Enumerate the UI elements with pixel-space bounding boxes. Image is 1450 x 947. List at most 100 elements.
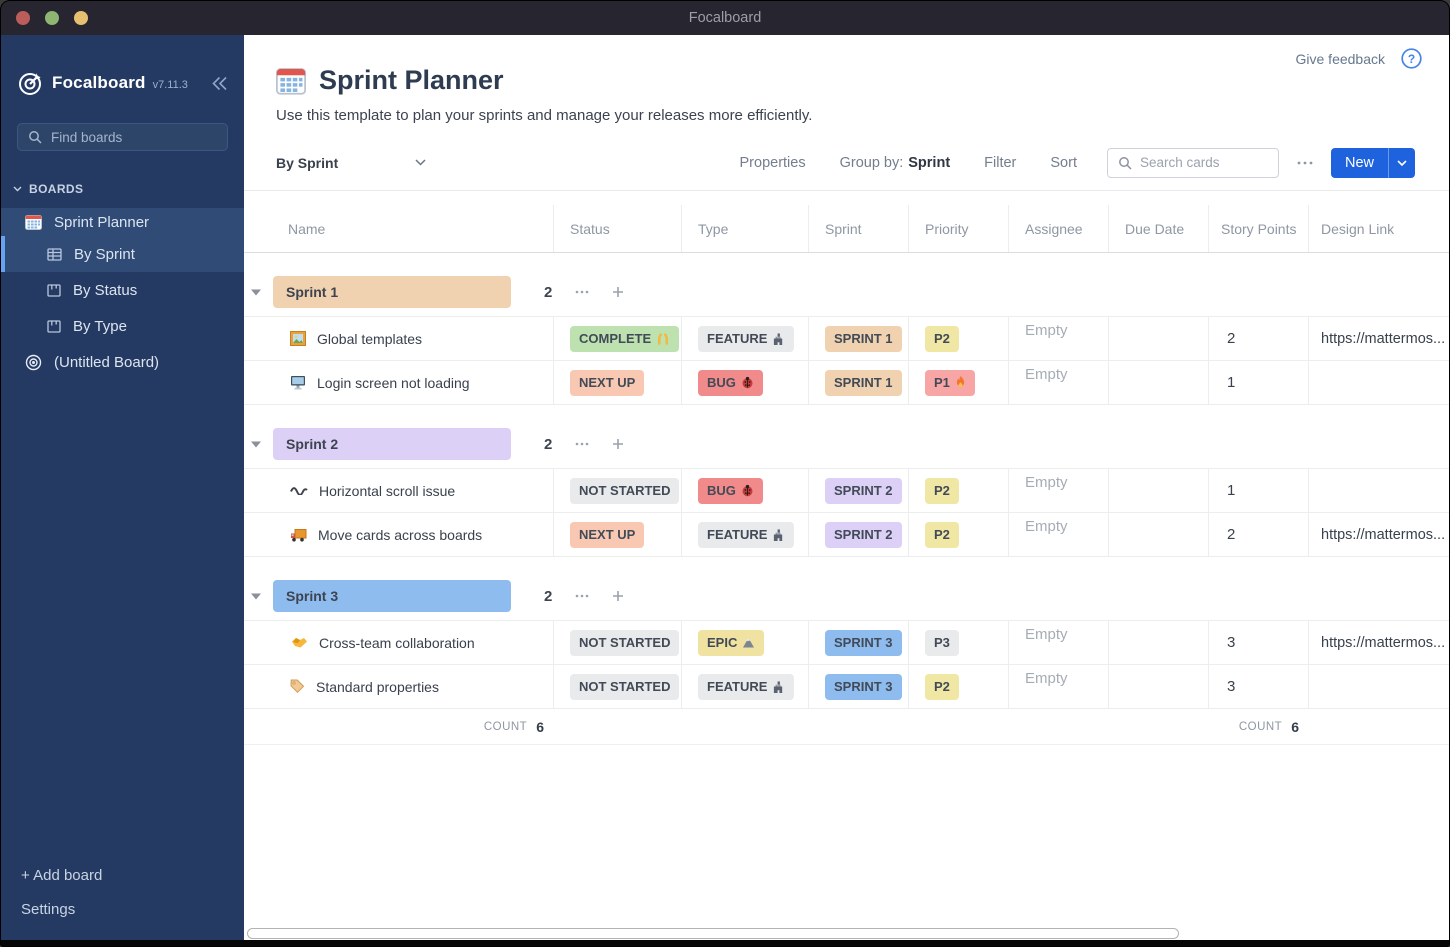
view-selector[interactable]: By Sprint bbox=[276, 155, 426, 171]
design-link-cell[interactable]: https://mattermos... bbox=[1309, 317, 1449, 360]
table-row[interactable]: Login screen not loading NEXT UP BUG SPR… bbox=[244, 361, 1449, 405]
collapse-sidebar-icon[interactable] bbox=[211, 76, 228, 91]
collapse-group-icon[interactable] bbox=[251, 593, 262, 600]
story-points-count-calc[interactable]: COUNT 6 bbox=[1209, 709, 1309, 744]
group-options-icon[interactable] bbox=[575, 290, 589, 294]
priority-cell[interactable]: P2 bbox=[909, 665, 1009, 708]
horizontal-scrollbar[interactable] bbox=[247, 928, 1179, 939]
sidebar-item-by-type[interactable]: By Type bbox=[1, 308, 244, 344]
column-header-assignee[interactable]: Assignee bbox=[1009, 205, 1109, 252]
group-title-badge[interactable]: Sprint 1 bbox=[273, 276, 511, 308]
design-link-cell[interactable] bbox=[1309, 665, 1449, 708]
close-window-button[interactable] bbox=[16, 11, 30, 25]
board-title[interactable]: Sprint Planner bbox=[319, 65, 504, 96]
story-points-cell[interactable]: 3 bbox=[1209, 665, 1309, 708]
boards-section-header[interactable]: BOARDS bbox=[1, 178, 244, 200]
status-cell[interactable]: NOT STARTED . bbox=[554, 621, 682, 664]
group-title-badge[interactable]: Sprint 3 bbox=[273, 580, 511, 612]
filter-button[interactable]: Filter bbox=[984, 155, 1016, 171]
sidebar-item-by-sprint[interactable]: By Sprint bbox=[1, 236, 244, 272]
type-cell[interactable]: FEATURE bbox=[682, 665, 809, 708]
name-count-calc[interactable]: COUNT 6 bbox=[244, 709, 554, 744]
column-header-type[interactable]: Type bbox=[682, 205, 809, 252]
table-row[interactable]: Global templates COMPLETE FEATURE SPRINT… bbox=[244, 317, 1449, 361]
table-row[interactable]: Cross-team collaboration NOT STARTED . E… bbox=[244, 621, 1449, 665]
assignee-cell[interactable]: Empty bbox=[1009, 317, 1109, 360]
design-link-cell[interactable]: https://mattermos... bbox=[1309, 513, 1449, 556]
group-add-card-icon[interactable] bbox=[612, 286, 624, 298]
sprint-cell[interactable]: SPRINT 1 bbox=[809, 361, 909, 404]
column-header-priority[interactable]: Priority bbox=[909, 205, 1009, 252]
due-date-cell[interactable] bbox=[1109, 513, 1209, 556]
story-points-cell[interactable]: 3 bbox=[1209, 621, 1309, 664]
table-row[interactable]: Standard properties NOT STARTED . FEATUR… bbox=[244, 665, 1449, 709]
story-points-cell[interactable]: 1 bbox=[1209, 361, 1309, 404]
help-icon[interactable]: ? bbox=[1401, 48, 1422, 69]
sidebar-item-by-status[interactable]: By Status bbox=[1, 272, 244, 308]
group-add-card-icon[interactable] bbox=[612, 590, 624, 602]
properties-button[interactable]: Properties bbox=[740, 155, 806, 171]
column-header-sprint[interactable]: Sprint bbox=[809, 205, 909, 252]
status-cell[interactable]: NOT STARTED . bbox=[554, 469, 682, 512]
status-cell[interactable]: NEXT UP bbox=[554, 513, 682, 556]
story-points-cell[interactable]: 2 bbox=[1209, 513, 1309, 556]
assignee-cell[interactable]: Empty bbox=[1009, 621, 1109, 664]
sprint-cell[interactable]: SPRINT 2 bbox=[809, 513, 909, 556]
type-cell[interactable]: BUG bbox=[682, 469, 809, 512]
new-card-dropdown[interactable] bbox=[1389, 159, 1415, 166]
type-cell[interactable]: FEATURE bbox=[682, 513, 809, 556]
due-date-cell[interactable] bbox=[1109, 665, 1209, 708]
story-points-cell[interactable]: 2 bbox=[1209, 317, 1309, 360]
type-cell[interactable]: FEATURE bbox=[682, 317, 809, 360]
collapse-group-icon[interactable] bbox=[251, 441, 262, 448]
column-header-story-points[interactable]: Story Points bbox=[1209, 205, 1309, 252]
sprint-cell[interactable]: SPRINT 1 bbox=[809, 317, 909, 360]
assignee-cell[interactable]: Empty bbox=[1009, 469, 1109, 512]
collapse-group-icon[interactable] bbox=[251, 289, 262, 296]
priority-cell[interactable]: P1 bbox=[909, 361, 1009, 404]
add-board-button[interactable]: + Add board bbox=[21, 867, 224, 884]
group-by-button[interactable]: Group by: Sprint bbox=[840, 155, 951, 171]
board-options-icon[interactable] bbox=[1297, 161, 1313, 165]
sort-button[interactable]: Sort bbox=[1050, 155, 1077, 171]
minimize-window-button[interactable] bbox=[45, 11, 59, 25]
assignee-cell[interactable]: Empty bbox=[1009, 665, 1109, 708]
due-date-cell[interactable] bbox=[1109, 361, 1209, 404]
due-date-cell[interactable] bbox=[1109, 317, 1209, 360]
group-options-icon[interactable] bbox=[575, 442, 589, 446]
sprint-cell[interactable]: SPRINT 3 bbox=[809, 665, 909, 708]
table-row[interactable]: Horizontal scroll issue NOT STARTED . BU… bbox=[244, 469, 1449, 513]
settings-button[interactable]: Settings bbox=[21, 901, 224, 918]
group-add-card-icon[interactable] bbox=[612, 438, 624, 450]
column-header-name[interactable]: Name bbox=[244, 205, 554, 252]
column-header-status[interactable]: Status bbox=[554, 205, 682, 252]
search-cards-input[interactable] bbox=[1106, 147, 1279, 178]
new-card-button[interactable]: New bbox=[1330, 147, 1415, 178]
assignee-cell[interactable]: Empty bbox=[1009, 513, 1109, 556]
board-description[interactable]: Use this template to plan your sprints a… bbox=[276, 107, 1417, 124]
due-date-cell[interactable] bbox=[1109, 621, 1209, 664]
status-cell[interactable]: COMPLETE bbox=[554, 317, 682, 360]
table-row[interactable]: Move cards across boards NEXT UP FEATURE bbox=[244, 513, 1449, 557]
type-cell[interactable]: EPIC bbox=[682, 621, 809, 664]
design-link-cell[interactable] bbox=[1309, 361, 1449, 404]
priority-cell[interactable]: P2 bbox=[909, 513, 1009, 556]
type-cell[interactable]: BUG bbox=[682, 361, 809, 404]
story-points-cell[interactable]: 1 bbox=[1209, 469, 1309, 512]
group-title-badge[interactable]: Sprint 2 bbox=[273, 428, 511, 460]
sidebar-item-sprint-planner[interactable]: Sprint Planner bbox=[1, 208, 244, 236]
status-cell[interactable]: NEXT UP bbox=[554, 361, 682, 404]
design-link-cell[interactable] bbox=[1309, 469, 1449, 512]
give-feedback-link[interactable]: Give feedback bbox=[1296, 51, 1386, 67]
sprint-cell[interactable]: SPRINT 3 bbox=[809, 621, 909, 664]
design-link-cell[interactable]: https://mattermos... bbox=[1309, 621, 1449, 664]
due-date-cell[interactable] bbox=[1109, 469, 1209, 512]
assignee-cell[interactable]: Empty bbox=[1009, 361, 1109, 404]
status-cell[interactable]: NOT STARTED . bbox=[554, 665, 682, 708]
priority-cell[interactable]: P3 bbox=[909, 621, 1009, 664]
find-boards-search[interactable]: Find boards bbox=[17, 123, 228, 151]
search-cards-field[interactable] bbox=[1139, 155, 1268, 170]
column-header-due-date[interactable]: Due Date bbox=[1109, 205, 1209, 252]
group-options-icon[interactable] bbox=[575, 594, 589, 598]
column-header-design-link[interactable]: Design Link bbox=[1309, 205, 1449, 252]
